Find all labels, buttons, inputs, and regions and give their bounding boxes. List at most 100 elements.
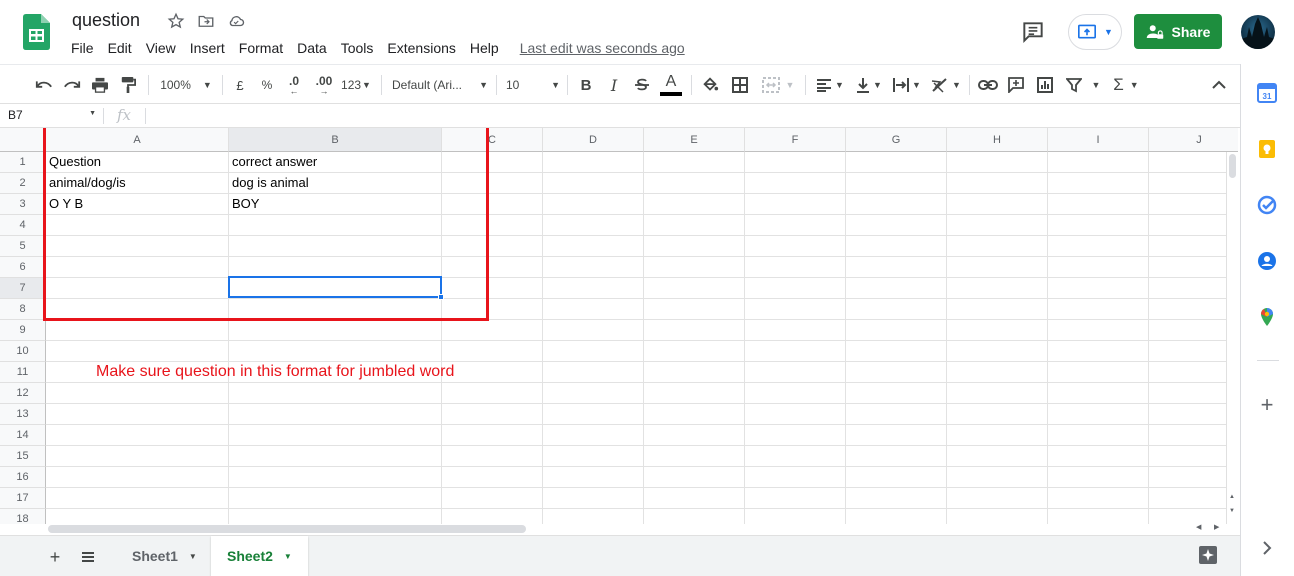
add-icon[interactable]: + [1256, 392, 1278, 417]
strikethrough-button[interactable] [632, 74, 652, 96]
name-box[interactable]: B7 ▼ [0, 104, 102, 127]
keep-icon[interactable] [1256, 138, 1278, 160]
star-icon[interactable] [166, 11, 186, 31]
horizontal-scrollbar[interactable]: ◀ ▶ [46, 522, 1238, 535]
menu-tools[interactable]: Tools [334, 38, 381, 58]
row-header-15[interactable]: 15 [0, 446, 46, 467]
contacts-icon[interactable] [1256, 250, 1278, 272]
font-size-select[interactable]: 10 ▼ [506, 74, 560, 96]
vertical-scroll-thumb[interactable] [1229, 154, 1236, 178]
menu-help[interactable]: Help [463, 38, 506, 58]
font-select[interactable]: Default (Ari... ▼ [392, 74, 488, 96]
undo-icon[interactable] [33, 74, 55, 96]
last-edit-link[interactable]: Last edit was seconds ago [520, 38, 685, 58]
fill-color-button[interactable] [699, 74, 721, 96]
share-button[interactable]: Share [1134, 14, 1222, 49]
maps-icon[interactable] [1256, 306, 1278, 328]
row-header-8[interactable]: 8 [0, 299, 46, 320]
text-wrapping-button[interactable]: ▼ [891, 74, 923, 96]
toolbar: 100% ▼ £ % .0 ← .00 → 123 ▼ Default (Ari… [0, 64, 1240, 104]
italic-button[interactable]: I [604, 74, 624, 96]
formula-input[interactable] [146, 104, 1236, 127]
row-header-3[interactable]: 3 [0, 194, 46, 215]
scroll-right-arrow-icon[interactable]: ▶ [1214, 523, 1219, 531]
menu-data[interactable]: Data [290, 38, 334, 58]
bold-button[interactable]: B [576, 74, 596, 96]
row-header-10[interactable]: 10 [0, 341, 46, 362]
column-header-g[interactable]: G [846, 128, 947, 152]
insert-link-button[interactable] [977, 74, 999, 96]
add-sheet-icon[interactable]: + [44, 546, 66, 568]
select-all-corner[interactable] [0, 128, 46, 152]
sheet-tab-sheet2[interactable]: Sheet2 ▼ [211, 536, 308, 576]
column-header-j[interactable]: J [1149, 128, 1238, 152]
scroll-down-arrow-icon[interactable]: ▼ [1229, 508, 1235, 514]
document-title[interactable]: question [72, 10, 140, 31]
chevron-down-icon[interactable]: ▼ [284, 552, 292, 561]
chevron-down-icon[interactable]: ▼ [189, 552, 197, 561]
account-avatar[interactable] [1241, 15, 1275, 49]
row-header-9[interactable]: 9 [0, 320, 46, 341]
row-header-7[interactable]: 7 [0, 278, 46, 299]
format-currency-button[interactable]: £ [230, 74, 250, 96]
menu-extensions[interactable]: Extensions [380, 38, 462, 58]
decrease-decimal-button[interactable]: .0 ← [283, 74, 305, 96]
hide-menus-button[interactable] [1208, 74, 1230, 96]
row-header-13[interactable]: 13 [0, 404, 46, 425]
tasks-icon[interactable] [1256, 194, 1278, 216]
menu-view[interactable]: View [139, 38, 183, 58]
row-header-1[interactable]: 1 [0, 152, 46, 173]
column-header-e[interactable]: E [644, 128, 745, 152]
column-header-d[interactable]: D [543, 128, 644, 152]
format-percent-button[interactable]: % [257, 74, 277, 96]
all-sheets-icon[interactable] [77, 546, 99, 568]
text-rotation-button[interactable]: ▼ [930, 74, 962, 96]
row-header-4[interactable]: 4 [0, 215, 46, 236]
redo-icon[interactable] [61, 74, 83, 96]
move-folder-icon[interactable] [196, 11, 216, 31]
expand-icon[interactable] [1256, 537, 1278, 559]
column-header-i[interactable]: I [1048, 128, 1149, 152]
calendar-icon[interactable]: 31 [1256, 82, 1278, 104]
row-header-16[interactable]: 16 [0, 467, 46, 488]
column-header-f[interactable]: F [745, 128, 846, 152]
menu-format[interactable]: Format [232, 38, 290, 58]
sheet-tab-sheet1[interactable]: Sheet1 ▼ [116, 536, 213, 576]
present-button[interactable]: ▼ [1068, 14, 1122, 50]
sheets-logo-icon[interactable] [23, 14, 50, 50]
scroll-left-arrow-icon[interactable]: ◀ [1196, 523, 1201, 531]
menu-file[interactable]: File [64, 38, 101, 58]
row-header-14[interactable]: 14 [0, 425, 46, 446]
row-header-11[interactable]: 11 [0, 362, 46, 383]
menu-insert[interactable]: Insert [183, 38, 232, 58]
filter-button[interactable]: ▼ [1063, 74, 1103, 96]
horizontal-align-button[interactable]: ▼ [814, 74, 846, 96]
row-header-18[interactable]: 18 [0, 509, 46, 524]
increase-decimal-button[interactable]: .00 → [311, 74, 337, 96]
vertical-scrollbar[interactable]: ▲ ▼ [1226, 152, 1238, 524]
comment-history-button[interactable] [1020, 19, 1050, 45]
merge-cells-button[interactable]: ▼ [757, 74, 799, 96]
column-header-h[interactable]: H [947, 128, 1048, 152]
paint-format-icon[interactable] [117, 74, 139, 96]
more-formats-button[interactable]: 123 ▼ [339, 74, 373, 96]
cloud-saved-icon[interactable] [226, 11, 246, 31]
spreadsheet-grid[interactable]: ABCDEFGHIJ 1 2 3 4 5 6 7 8 9 10 11 12 13 14 15 16 17 18 Q… [0, 128, 1238, 524]
functions-button[interactable]: Σ ▼ [1110, 74, 1142, 96]
scroll-up-arrow-icon[interactable]: ▲ [1229, 494, 1235, 500]
row-header-6[interactable]: 6 [0, 257, 46, 278]
zoom-select[interactable]: 100% ▼ [158, 74, 214, 96]
row-header-17[interactable]: 17 [0, 488, 46, 509]
vertical-align-button[interactable]: ▼ [853, 74, 885, 96]
text-color-button[interactable]: A [659, 73, 683, 96]
menu-edit[interactable]: Edit [101, 38, 139, 58]
explore-button[interactable] [1198, 545, 1220, 567]
row-header-2[interactable]: 2 [0, 173, 46, 194]
insert-chart-button[interactable] [1034, 74, 1056, 96]
row-header-5[interactable]: 5 [0, 236, 46, 257]
print-icon[interactable] [89, 74, 111, 96]
row-header-12[interactable]: 12 [0, 383, 46, 404]
insert-comment-button[interactable] [1005, 74, 1027, 96]
horizontal-scroll-thumb[interactable] [48, 525, 526, 533]
borders-button[interactable] [729, 74, 751, 96]
